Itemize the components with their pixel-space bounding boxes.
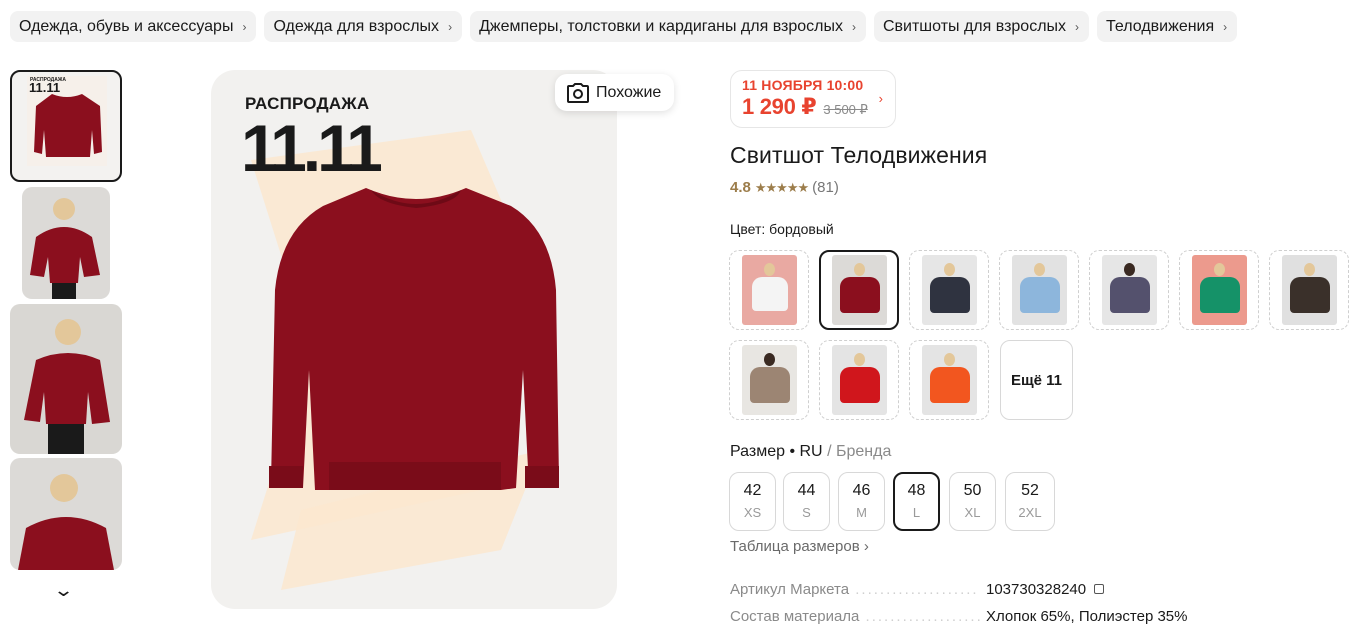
model-photo-image: [24, 319, 110, 454]
current-price: 1 290 ₽: [742, 94, 817, 119]
size-label-key: Размер: [730, 443, 785, 460]
chevron-down-icon[interactable]: ⌄: [53, 580, 74, 601]
size-letter: M: [856, 505, 867, 520]
size-system-ru[interactable]: RU: [800, 443, 823, 460]
color-swatch-beige[interactable]: [729, 340, 809, 420]
deal-date: 11 НОЯБРЯ 10:00: [742, 77, 864, 93]
size-letter: XL: [964, 505, 981, 520]
breadcrumb-label: Телодвижения: [1106, 17, 1215, 35]
color-swatch-grey-purple[interactable]: [1089, 250, 1169, 330]
color-swatch-green[interactable]: [1179, 250, 1259, 330]
color-swatch-orange[interactable]: [909, 340, 989, 420]
size-ru: 44: [797, 482, 816, 499]
breadcrumb-label: Одежда, обувь и аксессуары: [19, 17, 234, 35]
size-ru: 46: [852, 482, 871, 499]
thumbnail-model-2[interactable]: [10, 304, 122, 454]
breadcrumb-item[interactable]: Свитшоты для взрослых ›: [873, 11, 1090, 42]
camera-icon: [567, 82, 589, 103]
product-title: Свитшот Телодвижения: [730, 142, 988, 168]
chevron-right-icon: ›: [878, 91, 883, 106]
size-option[interactable]: 52 2XL: [1005, 472, 1055, 531]
review-count: (81): [812, 179, 839, 196]
size-ru: 52: [1021, 482, 1039, 499]
breadcrumb-item[interactable]: Одежда для взрослых ›: [264, 11, 463, 42]
chevron-right-icon: ›: [851, 19, 856, 34]
sweater-thumbnail-image: РАСПРОДАЖА 11.11: [27, 76, 107, 166]
size-table-link[interactable]: Таблица размеров ›: [730, 538, 869, 555]
breadcrumb-label: Одежда для взрослых: [273, 17, 440, 35]
size-table-label: Таблица размеров: [730, 538, 860, 555]
size-ru: 48: [907, 482, 926, 499]
price-offer-card[interactable]: 11 НОЯБРЯ 10:00 1 290 ₽ 3 500 ₽ ›: [730, 70, 896, 128]
color-swatch-light-blue[interactable]: [999, 250, 1079, 330]
size-letter: L: [912, 505, 921, 520]
model-photo-image: [30, 198, 100, 299]
chevron-right-icon: ›: [863, 538, 869, 555]
main-product-image[interactable]: РАСПРОДАЖА 11.11: [211, 70, 617, 609]
color-label-key: Цвет:: [730, 221, 766, 237]
breadcrumb-item[interactable]: Одежда, обувь и аксессуары ›: [10, 11, 257, 42]
size-option-selected[interactable]: 48 L: [893, 472, 940, 531]
breadcrumb-item[interactable]: Джемперы, толстовки и кардиганы для взро…: [470, 11, 866, 42]
size-letter: S: [802, 505, 811, 520]
color-label: Цвет: бордовый: [730, 221, 834, 237]
size-option[interactable]: 46 M: [838, 472, 885, 531]
size-ru: 42: [743, 482, 762, 499]
size-letter: 2XL: [1018, 505, 1042, 520]
spec-value: Хлопок 65%, Полиэстер 35%: [986, 608, 1188, 625]
chevron-right-icon: ›: [242, 19, 247, 34]
old-price: 3 500 ₽: [823, 102, 868, 117]
thumbnail-strip: РАСПРОДАЖА 11.11: [10, 70, 122, 570]
spec-value: 103730328240: [986, 581, 1087, 598]
size-system-brand[interactable]: Бренда: [836, 443, 891, 460]
color-swatch-dark-brown[interactable]: [1269, 250, 1349, 330]
size-option[interactable]: 44 S: [783, 472, 830, 531]
color-swatch-white[interactable]: [729, 250, 809, 330]
chevron-right-icon: ›: [448, 19, 453, 34]
thumbnail-sale[interactable]: РАСПРОДАЖА 11.11: [10, 70, 122, 182]
size-option[interactable]: 50 XL: [949, 472, 996, 531]
spec-key: Артикул Маркета: [730, 581, 980, 598]
color-swatch-burgundy[interactable]: [819, 250, 899, 330]
product-rating[interactable]: 4.8 ★★★★★ (81): [730, 179, 839, 196]
breadcrumb: Одежда, обувь и аксессуары › Одежда для в…: [10, 11, 1238, 42]
color-swatch-navy[interactable]: [909, 250, 989, 330]
size-letter: XS: [743, 505, 762, 520]
spec-value-wrap: 103730328240: [986, 581, 1105, 598]
size-option[interactable]: 42 XS: [729, 472, 776, 531]
rating-value: 4.8: [730, 179, 751, 196]
svg-text:11.11: 11.11: [29, 80, 60, 95]
copy-icon[interactable]: [1094, 584, 1105, 594]
size-label: Размер • RU / Бренда: [730, 443, 892, 460]
color-swatch-red[interactable]: [819, 340, 899, 420]
chevron-right-icon: ›: [1223, 19, 1228, 34]
chevron-right-icon: ›: [1075, 19, 1080, 34]
more-colors-button[interactable]: Ещё 11: [1000, 340, 1073, 420]
size-ru: 50: [963, 482, 982, 499]
stars-icon: ★★★★★: [754, 179, 809, 195]
breadcrumb-item[interactable]: Телодвижения ›: [1097, 11, 1238, 42]
thumbnail-model-1[interactable]: [22, 187, 110, 299]
breadcrumb-label: Джемперы, толстовки и кардиганы для взро…: [479, 17, 843, 35]
spec-key: Состав материала: [730, 608, 980, 625]
similar-label: Похожие: [596, 83, 662, 101]
promo-date: 11.11: [241, 111, 383, 185]
thumbnail-model-3[interactable]: [10, 458, 122, 570]
breadcrumb-label: Свитшоты для взрослых: [882, 17, 1067, 35]
similar-button[interactable]: Похожие: [555, 74, 675, 111]
color-value: бордовый: [769, 221, 834, 237]
model-photo-image: [18, 474, 114, 570]
